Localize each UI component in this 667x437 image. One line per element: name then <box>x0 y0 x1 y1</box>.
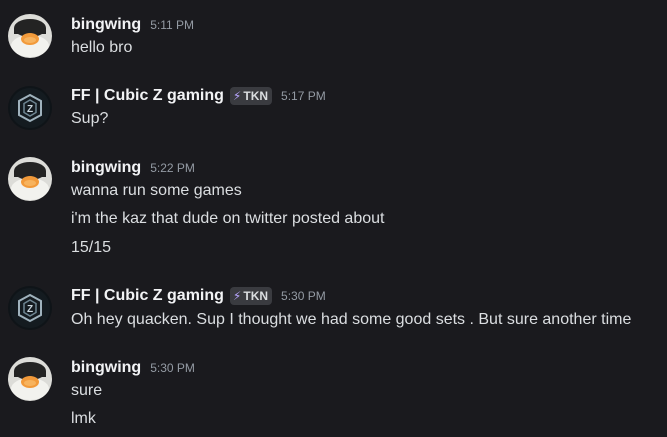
message-text: wanna run some games <box>71 182 242 199</box>
message-header: bingwing 5:22 PM <box>71 157 195 179</box>
timestamp[interactable]: 5:22 PM <box>150 161 195 175</box>
lightning-bolt-icon: ⚡ <box>232 289 242 303</box>
timestamp[interactable]: 5:30 PM <box>281 289 326 303</box>
svg-text:Z: Z <box>27 304 33 315</box>
message-text: Sup? <box>71 110 109 127</box>
svg-text:Z: Z <box>27 104 33 115</box>
timestamp[interactable]: 5:30 PM <box>150 361 195 375</box>
message-header: bingwing 5:30 PM <box>71 357 195 379</box>
message-text: Oh hey quacken. Sup I thought we had som… <box>71 311 632 328</box>
message-text: hello bro <box>71 39 133 56</box>
username[interactable]: bingwing <box>71 359 141 377</box>
penguin-avatar-icon[interactable] <box>8 357 52 401</box>
message-header: FF | Cubic Z gaming ⚡ TKN 5:30 PM <box>71 285 326 307</box>
message-header: bingwing 5:11 PM <box>71 14 194 36</box>
username[interactable]: FF | Cubic Z gaming <box>71 87 224 105</box>
penguin-avatar-icon[interactable] <box>8 14 52 58</box>
penguin-avatar-icon[interactable] <box>8 157 52 201</box>
badge-label: TKN <box>243 289 269 303</box>
cubic-z-logo-avatar-icon[interactable]: Z <box>8 86 52 130</box>
server-tag-badge[interactable]: ⚡ TKN <box>229 87 273 105</box>
message-text: sure <box>71 382 103 399</box>
badge-label: TKN <box>243 89 269 103</box>
cubic-z-logo-avatar-icon[interactable]: Z <box>8 286 52 330</box>
lightning-bolt-icon: ⚡ <box>232 89 242 103</box>
username[interactable]: FF | Cubic Z gaming <box>71 287 224 305</box>
timestamp[interactable]: 5:17 PM <box>281 89 326 103</box>
message-text: i'm the kaz that dude on twitter posted … <box>71 210 385 227</box>
timestamp[interactable]: 5:11 PM <box>150 18 194 32</box>
message-text: lmk <box>71 410 96 427</box>
username[interactable]: bingwing <box>71 159 141 177</box>
username[interactable]: bingwing <box>71 16 141 34</box>
server-tag-badge[interactable]: ⚡ TKN <box>229 287 273 305</box>
message-header: FF | Cubic Z gaming ⚡ TKN 5:17 PM <box>71 85 326 107</box>
chat-message-list: bingwing 5:11 PM hello bro Z FF | Cubic … <box>0 0 667 437</box>
message-text: 15/15 <box>71 239 112 256</box>
